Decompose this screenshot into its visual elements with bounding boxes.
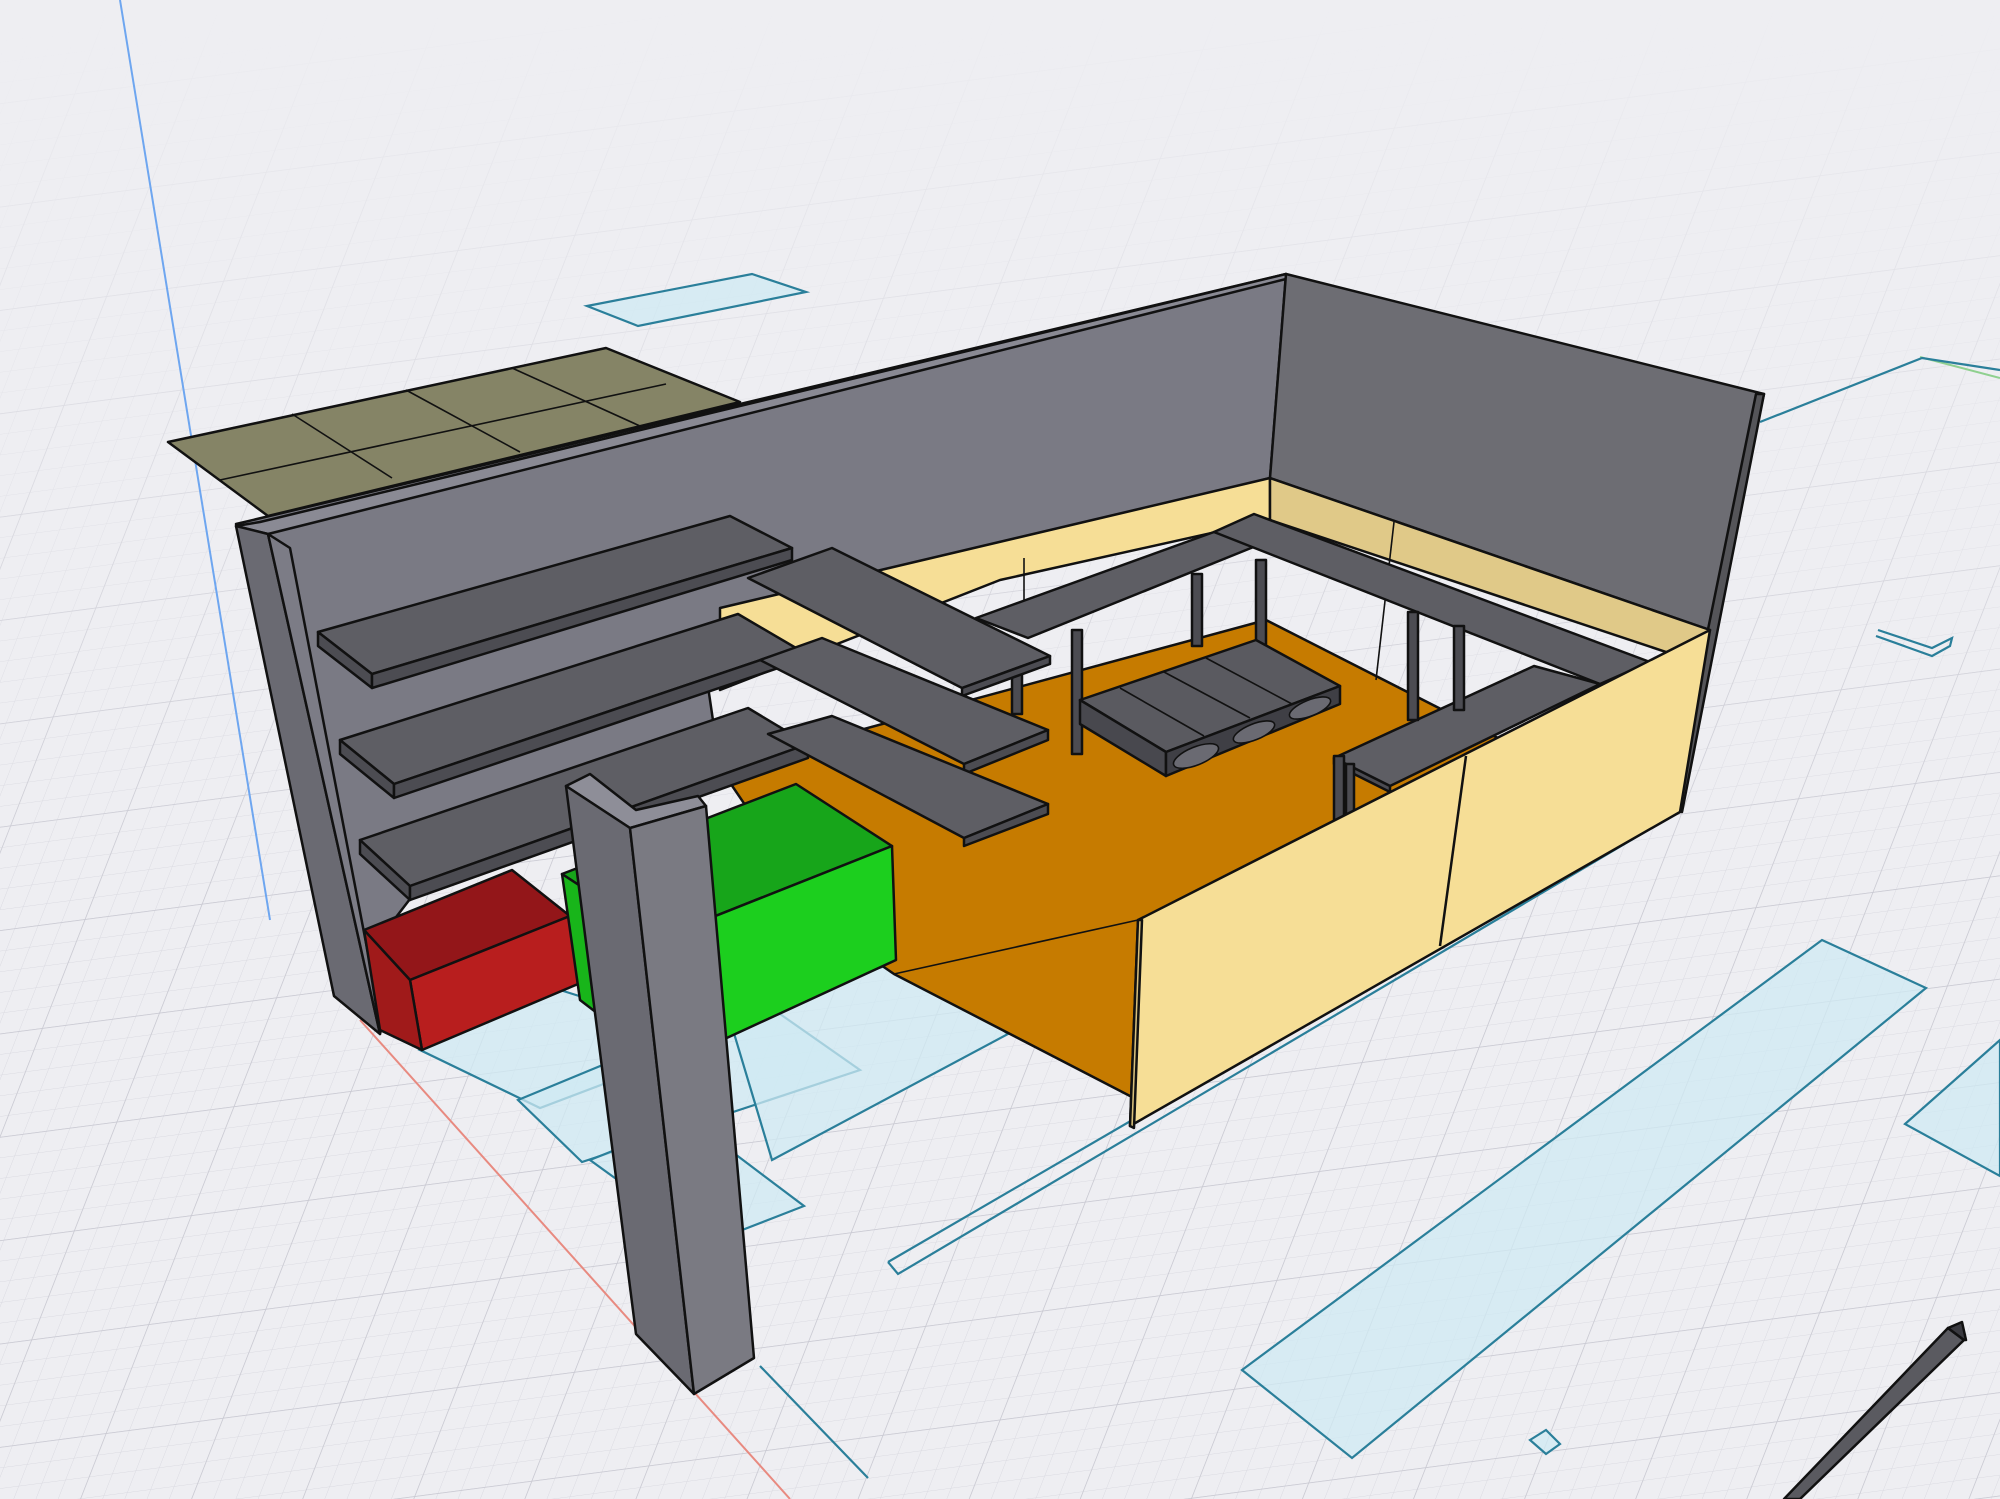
scene-canvas[interactable] <box>0 0 2000 1499</box>
3d-viewport[interactable] <box>0 0 2000 1499</box>
